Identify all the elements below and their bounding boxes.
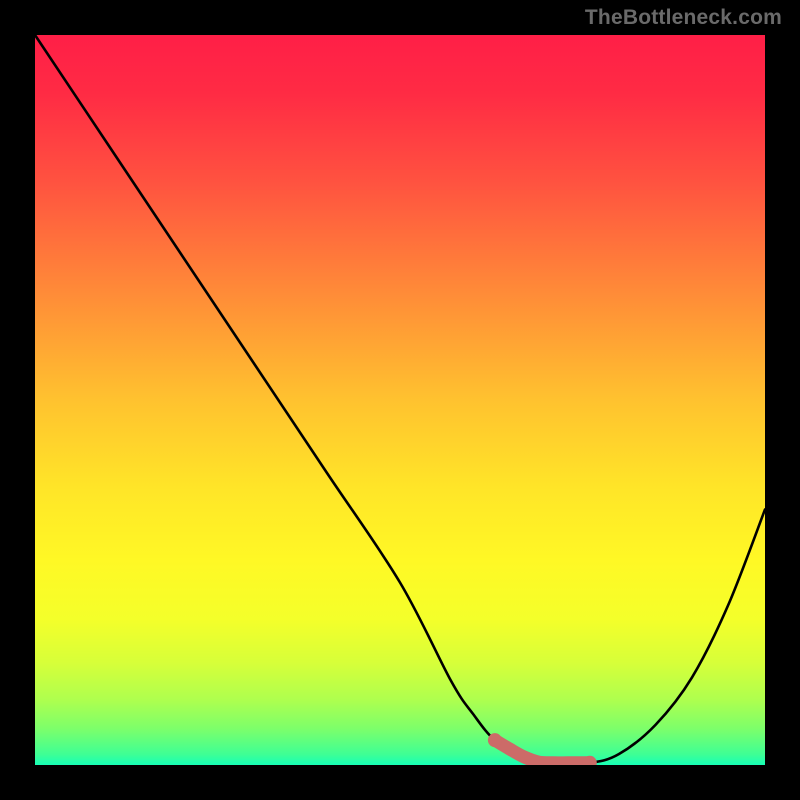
bottleneck-curve	[35, 35, 765, 764]
chart-frame: TheBottleneck.com	[0, 0, 800, 800]
attribution-text: TheBottleneck.com	[585, 6, 782, 30]
curve-layer	[35, 35, 765, 765]
highlight-segment	[495, 740, 590, 763]
plot-area	[35, 35, 765, 765]
highlight-start-dot	[488, 733, 502, 747]
